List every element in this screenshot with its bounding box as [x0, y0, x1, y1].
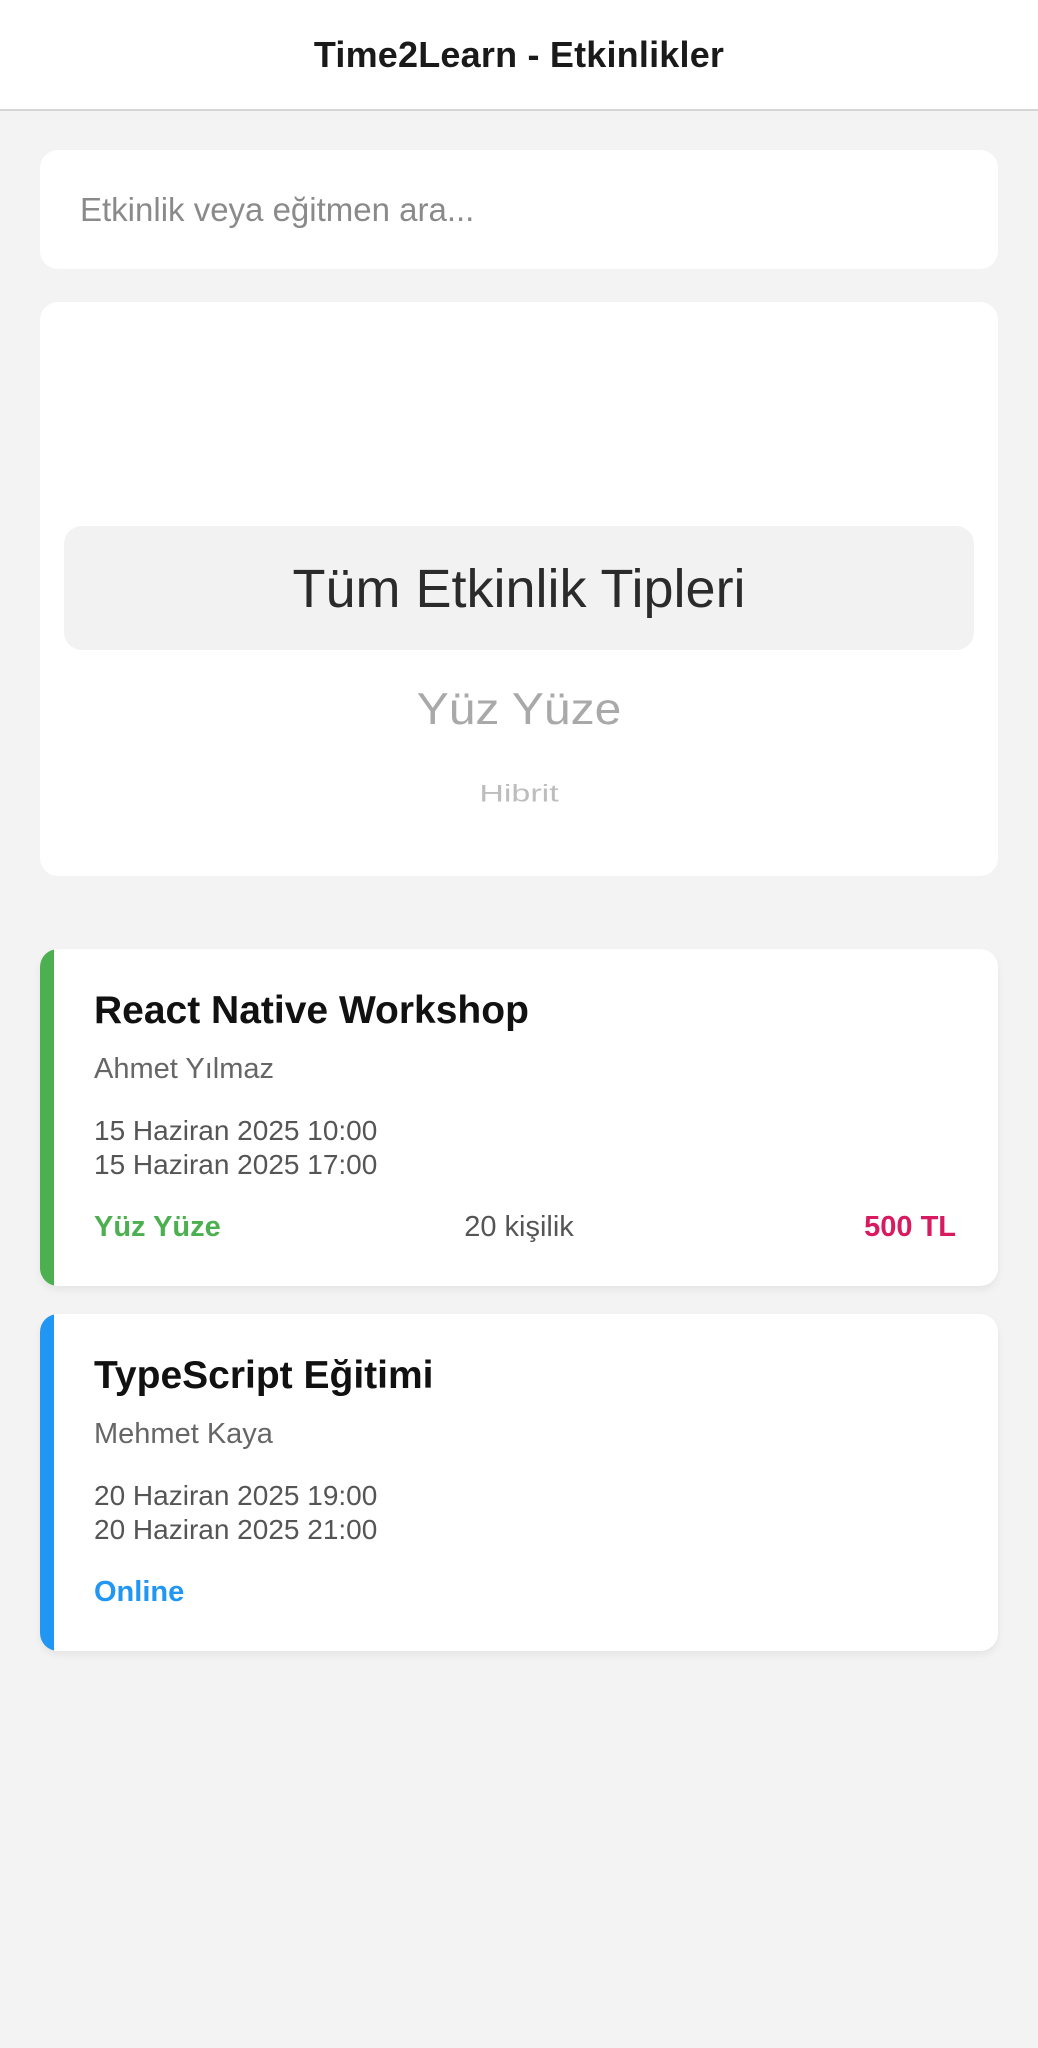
- event-type-picker[interactable]: Tüm Etkinlik Tipleri Yüz Yüze Hibrit: [40, 302, 998, 876]
- event-instructor: Mehmet Kaya: [94, 1418, 273, 1450]
- picker-option[interactable]: Hibrit: [40, 780, 998, 808]
- event-capacity: 20 kişilik: [464, 1211, 574, 1243]
- page-title: Time2Learn - Etkinlikler: [313, 33, 725, 75]
- event-type-label: Online: [94, 1576, 185, 1608]
- event-title: TypeScript Eğitimi: [94, 1354, 434, 1397]
- event-price: 500 TL: [864, 1211, 956, 1243]
- event-card[interactable]: TypeScript Eğitimi Mehmet Kaya 20 Hazira…: [40, 1314, 998, 1651]
- event-start-date: 15 Haziran 2025 10:00: [94, 1115, 378, 1146]
- picker-option-selected[interactable]: Tüm Etkinlik Tipleri: [40, 554, 998, 624]
- event-title: React Native Workshop: [94, 989, 529, 1032]
- event-end-date: 15 Haziran 2025 17:00: [94, 1149, 378, 1180]
- event-instructor: Ahmet Yılmaz: [94, 1053, 274, 1085]
- search-box[interactable]: [40, 150, 998, 269]
- event-type-accent-bar: [40, 1314, 54, 1651]
- event-end-date: 20 Haziran 2025 21:00: [94, 1514, 378, 1545]
- event-card[interactable]: React Native Workshop Ahmet Yılmaz 15 Ha…: [40, 949, 998, 1286]
- app-header: Time2Learn - Etkinlikler: [0, 0, 1038, 111]
- event-start-date: 20 Haziran 2025 19:00: [94, 1480, 378, 1511]
- picker-option[interactable]: Yüz Yüze: [40, 682, 998, 737]
- search-input[interactable]: [80, 150, 998, 269]
